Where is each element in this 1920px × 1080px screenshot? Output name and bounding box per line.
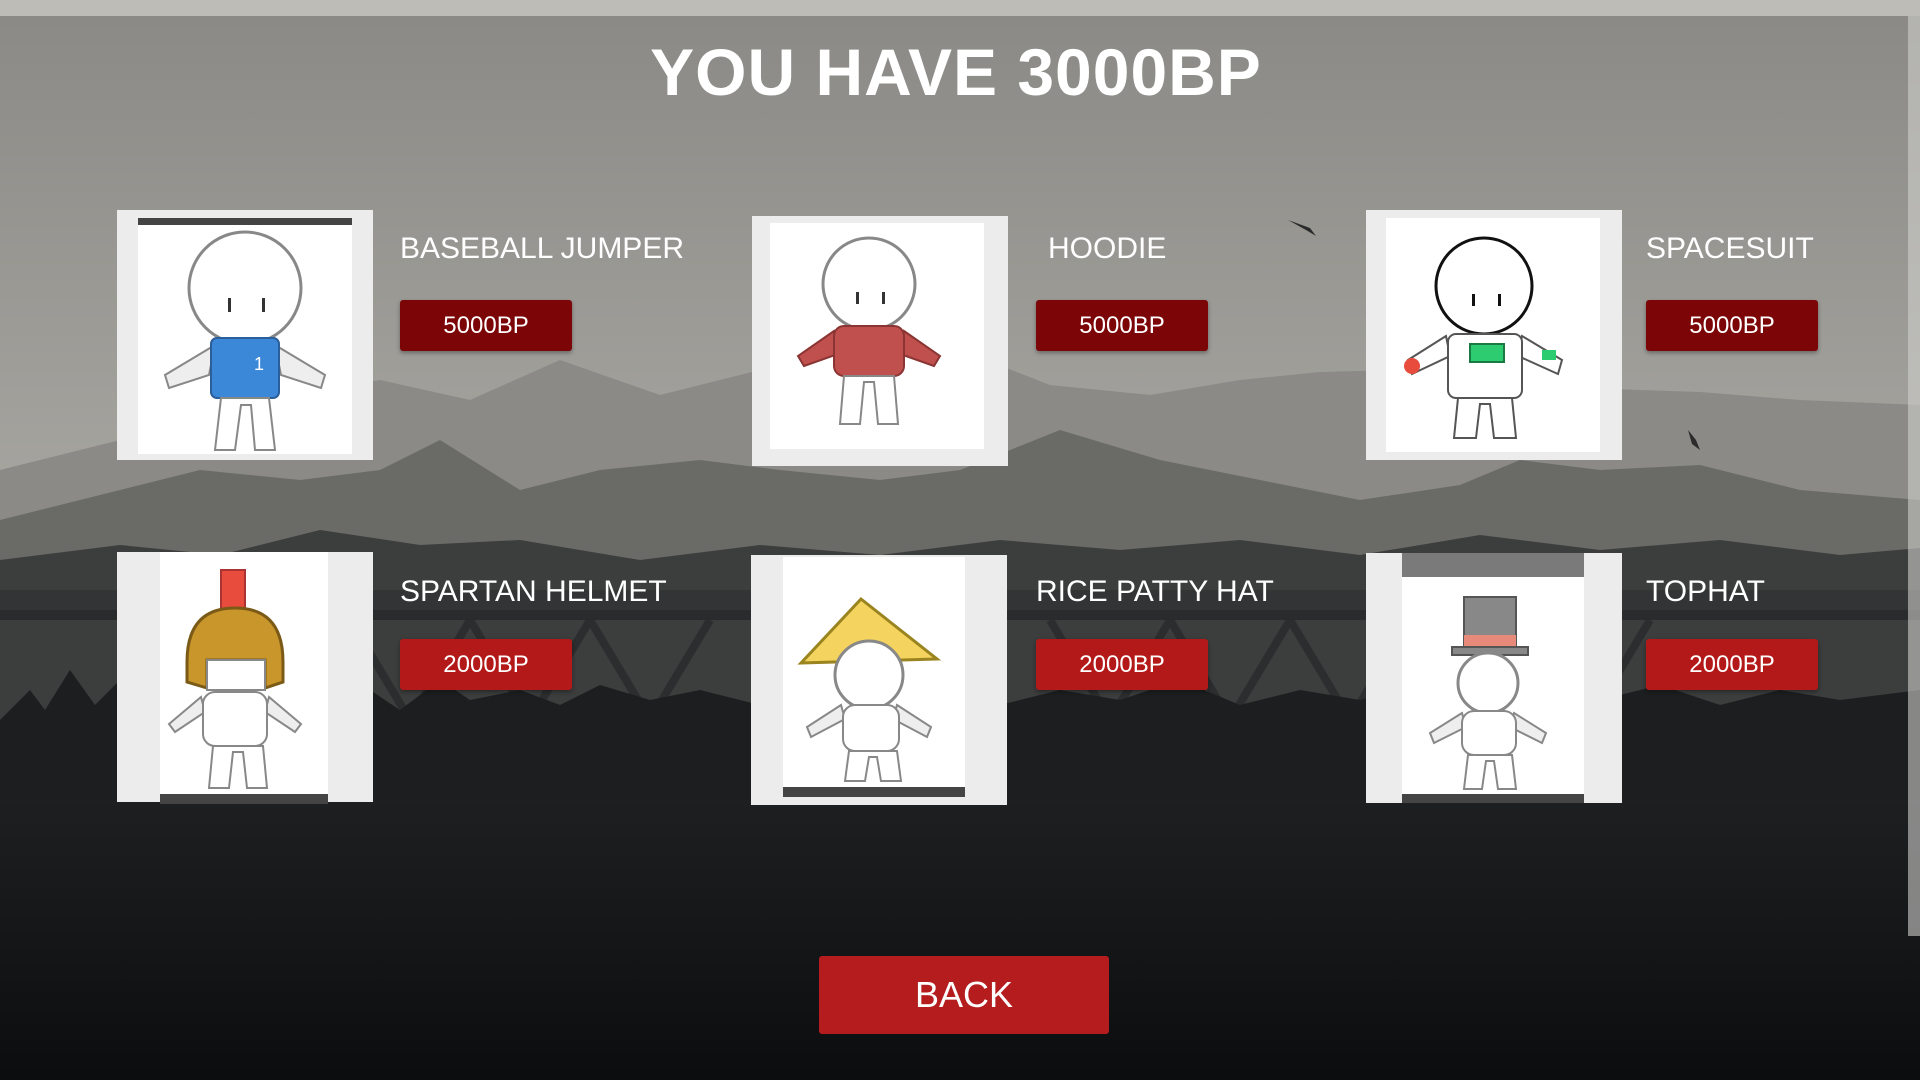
tophat-icon	[1402, 553, 1584, 803]
baseball-jumper-icon: 1	[138, 218, 352, 451]
hoodie-icon	[796, 236, 942, 425]
back-button[interactable]: BACK	[819, 956, 1109, 1034]
spacesuit-icon	[1404, 236, 1564, 439]
item-name-spacesuit: SPACESUIT	[1646, 232, 1814, 265]
item-name-tophat: TOPHAT	[1646, 575, 1765, 608]
buy-button-hoodie[interactable]: 5000BP	[1036, 300, 1208, 351]
svg-text:1: 1	[254, 354, 264, 374]
buy-button-spartan-helmet[interactable]: 2000BP	[400, 639, 572, 690]
item-thumbnail-rice-patty-hat[interactable]	[751, 555, 1007, 805]
item-thumbnail-spartan-helmet[interactable]	[117, 552, 373, 804]
buy-button-tophat[interactable]: 2000BP	[1646, 639, 1818, 690]
item-thumbnail-hoodie[interactable]	[752, 216, 1008, 466]
rice-patty-hat-icon	[783, 596, 965, 797]
buy-button-spacesuit[interactable]: 5000BP	[1646, 300, 1818, 351]
spartan-helmet-icon	[160, 569, 328, 804]
item-name-rice-patty-hat: RICE PATTY HAT	[1036, 575, 1274, 608]
bp-balance-title: YOU HAVE 3000BP	[650, 35, 1262, 109]
item-name-hoodie: HOODIE	[1048, 232, 1167, 265]
buy-button-baseball-jumper[interactable]: 5000BP	[400, 300, 572, 351]
item-name-spartan-helmet: SPARTAN HELMET	[400, 575, 667, 608]
buy-button-rice-patty-hat[interactable]: 2000BP	[1036, 639, 1208, 690]
mountain-background	[0, 0, 1920, 1080]
item-thumbnail-baseball-jumper[interactable]: 1	[117, 210, 373, 460]
item-thumbnail-spacesuit[interactable]	[1366, 210, 1622, 460]
item-name-baseball-jumper: BASEBALL JUMPER	[400, 232, 684, 265]
item-thumbnail-tophat[interactable]	[1366, 553, 1622, 803]
